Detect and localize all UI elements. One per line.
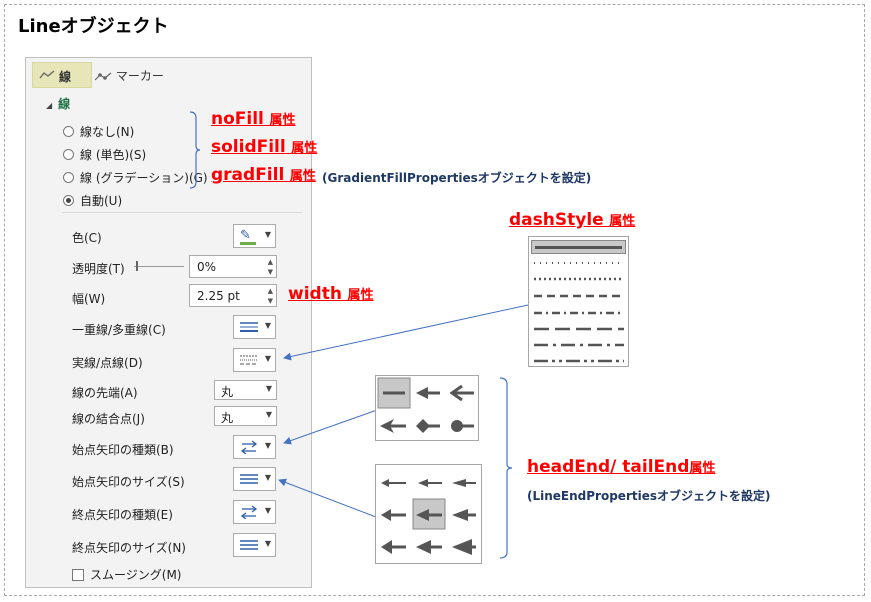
- dash-style-gallery: [528, 236, 629, 367]
- gradfill-note: (GradientFillPropertiesオブジェクトを設定): [322, 171, 592, 185]
- arrow-type-options[interactable]: [376, 376, 480, 442]
- arrow-type-gallery: [375, 375, 479, 441]
- dash-style-options[interactable]: [534, 259, 626, 363]
- tail-end-connector: [278, 478, 377, 518]
- headend-tailend-note: (LineEndPropertiesオブジェクトを設定): [527, 489, 771, 503]
- solidfill-attribute: solidFill 属性: [211, 137, 318, 157]
- nofill-attribute: noFill 属性: [211, 109, 296, 129]
- dash-option-selected[interactable]: [531, 240, 626, 254]
- headend-tailend-attribute: headEnd/ tailEnd属性: [527, 457, 716, 477]
- fill-options-brace: [189, 111, 201, 189]
- arrow-ends-brace: [499, 377, 513, 559]
- gradfill-attribute: gradFill 属性: [211, 165, 316, 185]
- head-end-connector: [283, 409, 378, 445]
- dashstyle-attribute: dashStyle 属性: [509, 210, 636, 230]
- width-attribute: width 属性: [288, 284, 374, 304]
- dash-style-connector: [283, 304, 529, 361]
- arrow-size-gallery: [375, 464, 482, 564]
- arrow-size-options[interactable]: [376, 465, 483, 565]
